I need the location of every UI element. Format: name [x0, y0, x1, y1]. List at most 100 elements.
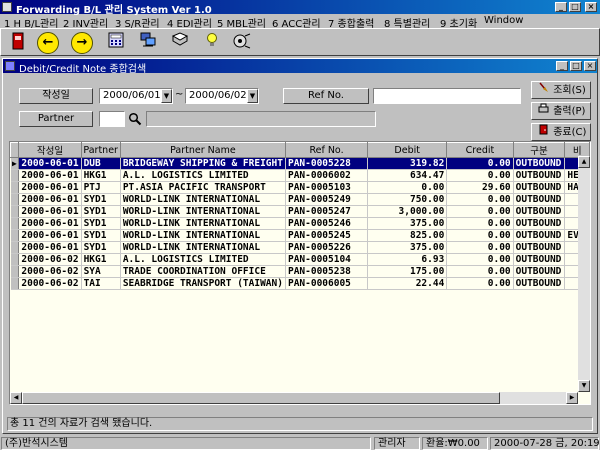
cell-partner[interactable]: DUB: [81, 157, 121, 170]
cell-credit[interactable]: 0.00: [446, 241, 514, 254]
table-row[interactable]: ▶ 2000-06-01 DUB BRIDGEWAY SHIPPING & FREIG…: [10, 157, 590, 170]
child-window-icon[interactable]: [5, 61, 15, 71]
cell-debit[interactable]: 0.00: [367, 181, 448, 194]
table-row[interactable]: 2000-06-02 SYA TRADE COORDINATION OFFICE PA…: [10, 265, 590, 278]
cell-date[interactable]: 2000-06-01: [18, 157, 82, 170]
cell-type[interactable]: OUTBOUND: [513, 265, 566, 278]
table-row[interactable]: 2000-06-02 TAI SEABRIDGE TRANSPORT (TAIWAN…: [10, 277, 590, 290]
ref-no-input[interactable]: [373, 88, 521, 104]
table-row[interactable]: 2000-06-01 HKG1 A.L. LOGISTICS LIMITED PAN-…: [10, 169, 590, 182]
forward-arrow-icon[interactable]: →: [71, 32, 93, 54]
cell-date[interactable]: 2000-06-02: [18, 265, 82, 278]
partner-code-input[interactable]: [99, 111, 125, 127]
horizontal-scrollbar[interactable]: ◀ ▶: [10, 392, 578, 404]
cell-debit[interactable]: 750.00: [367, 193, 448, 206]
table-row[interactable]: 2000-06-01 PTJ PT.ASIA PACIFIC TRANSPORT PA…: [10, 181, 590, 194]
cell-partner[interactable]: PTJ: [81, 181, 121, 194]
back-arrow-icon[interactable]: ←: [37, 32, 59, 54]
table-row[interactable]: 2000-06-01 SYD1 WORLD-LINK INTERNATIONAL PA…: [10, 241, 590, 254]
cell-partner-name[interactable]: WORLD-LINK INTERNATIONAL: [120, 217, 286, 230]
search-icon[interactable]: [128, 112, 142, 126]
cell-date[interactable]: 2000-06-01: [18, 169, 82, 182]
cell-partner[interactable]: HKG1: [81, 169, 121, 182]
exit-icon[interactable]: [7, 32, 29, 54]
cell-partner[interactable]: HKG1: [81, 253, 121, 266]
cell-partner-name[interactable]: A.L. LOGISTICS LIMITED: [120, 169, 286, 182]
cell-partner-name[interactable]: BRIDGEWAY SHIPPING & FREIGHT: [120, 157, 286, 170]
cell-date[interactable]: 2000-06-01: [18, 229, 82, 242]
cell-partner-name[interactable]: WORLD-LINK INTERNATIONAL: [120, 193, 286, 206]
cell-type[interactable]: OUTBOUND: [513, 205, 566, 218]
cell-ref-no[interactable]: PAN-0006005: [285, 277, 369, 290]
cell-credit[interactable]: 0.00: [446, 169, 514, 182]
table-row[interactable]: 2000-06-01 SYD1 WORLD-LINK INTERNATIONAL PA…: [10, 229, 590, 242]
col-header-partner-name[interactable]: Partner Name: [119, 142, 286, 158]
cell-partner-name[interactable]: TRADE COORDINATION OFFICE: [120, 265, 286, 278]
ref-no-label-button[interactable]: Ref No.: [283, 88, 369, 104]
cell-type[interactable]: OUTBOUND: [513, 193, 566, 206]
cell-ref-no[interactable]: PAN-0005104: [285, 253, 369, 266]
cell-partner[interactable]: TAI: [81, 277, 121, 290]
cell-date[interactable]: 2000-06-02: [18, 253, 82, 266]
child-minimize-button[interactable]: _: [556, 61, 568, 71]
cell-debit[interactable]: 634.47: [367, 169, 448, 182]
table-row[interactable]: 2000-06-01 SYD1 WORLD-LINK INTERNATIONAL PA…: [10, 193, 590, 206]
cell-debit[interactable]: 375.00: [367, 217, 448, 230]
cell-type[interactable]: OUTBOUND: [513, 181, 566, 194]
cell-partner[interactable]: SYD1: [81, 193, 121, 206]
cell-debit[interactable]: 375.00: [367, 241, 448, 254]
cell-partner-name[interactable]: SEABRIDGE TRANSPORT (TAIWAN): [120, 277, 286, 290]
cell-date[interactable]: 2000-06-01: [18, 241, 82, 254]
cell-date[interactable]: 2000-06-01: [18, 205, 82, 218]
col-header-date[interactable]: 작성일: [18, 142, 82, 158]
cell-partner[interactable]: SYD1: [81, 217, 121, 230]
cell-credit[interactable]: 0.00: [446, 205, 514, 218]
book-icon[interactable]: [169, 32, 191, 54]
col-header-partner[interactable]: Partner: [80, 142, 121, 158]
cell-type[interactable]: OUTBOUND: [513, 169, 566, 182]
date-label-button[interactable]: 작성일: [19, 88, 93, 104]
cell-ref-no[interactable]: PAN-0005247: [285, 205, 369, 218]
app-icon[interactable]: [2, 2, 12, 12]
horizontal-scroll-thumb[interactable]: [22, 392, 500, 404]
search-button[interactable]: 조회(S): [531, 81, 591, 99]
cell-date[interactable]: 2000-06-01: [18, 217, 82, 230]
cell-credit[interactable]: 0.00: [446, 217, 514, 230]
scroll-down-icon[interactable]: ▼: [578, 380, 590, 392]
close-window-button[interactable]: 종료(C): [531, 123, 591, 141]
cell-partner-name[interactable]: PT.ASIA PACIFIC TRANSPORT: [120, 181, 286, 194]
cell-debit[interactable]: 175.00: [367, 265, 448, 278]
cell-credit[interactable]: 0.00: [446, 253, 514, 266]
cell-ref-no[interactable]: PAN-0005238: [285, 265, 369, 278]
scroll-left-icon[interactable]: ◀: [10, 392, 22, 404]
date-to-dropdown-icon[interactable]: ▼: [247, 89, 258, 103]
partner-label-button[interactable]: Partner: [19, 111, 93, 127]
scroll-up-icon[interactable]: ▲: [578, 156, 590, 168]
child-maximize-button[interactable]: □: [570, 61, 582, 71]
reel-icon[interactable]: [231, 32, 253, 54]
cell-partner[interactable]: SYD1: [81, 205, 121, 218]
cell-partner-name[interactable]: WORLD-LINK INTERNATIONAL: [120, 229, 286, 242]
calculator-icon[interactable]: [105, 32, 127, 54]
cell-ref-no[interactable]: PAN-0006002: [285, 169, 369, 182]
date-from-field[interactable]: 2000/06/01 ▼: [99, 88, 173, 104]
cell-partner-name[interactable]: WORLD-LINK INTERNATIONAL: [120, 205, 286, 218]
cell-credit[interactable]: 0.00: [446, 229, 514, 242]
cell-ref-no[interactable]: PAN-0005246: [285, 217, 369, 230]
cell-ref-no[interactable]: PAN-0005228: [285, 157, 369, 170]
cell-ref-no[interactable]: PAN-0005249: [285, 193, 369, 206]
cell-credit[interactable]: 29.60: [446, 181, 514, 194]
col-header-credit[interactable]: Credit: [446, 142, 514, 158]
cell-debit[interactable]: 3,000.00: [367, 205, 448, 218]
col-header-debit[interactable]: Debit: [367, 142, 448, 158]
cell-ref-no[interactable]: PAN-0005226: [285, 241, 369, 254]
cell-date[interactable]: 2000-06-01: [18, 193, 82, 206]
cell-partner-name[interactable]: WORLD-LINK INTERNATIONAL: [120, 241, 286, 254]
table-row[interactable]: 2000-06-01 SYD1 WORLD-LINK INTERNATIONAL PA…: [10, 217, 590, 230]
scroll-right-icon[interactable]: ▶: [566, 392, 578, 404]
table-row[interactable]: 2000-06-01 SYD1 WORLD-LINK INTERNATIONAL PA…: [10, 205, 590, 218]
print-button[interactable]: 출력(P): [531, 102, 591, 120]
date-to-field[interactable]: 2000/06/02 ▼: [185, 88, 259, 104]
cell-partner-name[interactable]: A.L. LOGISTICS LIMITED: [120, 253, 286, 266]
cell-debit[interactable]: 6.93: [367, 253, 448, 266]
